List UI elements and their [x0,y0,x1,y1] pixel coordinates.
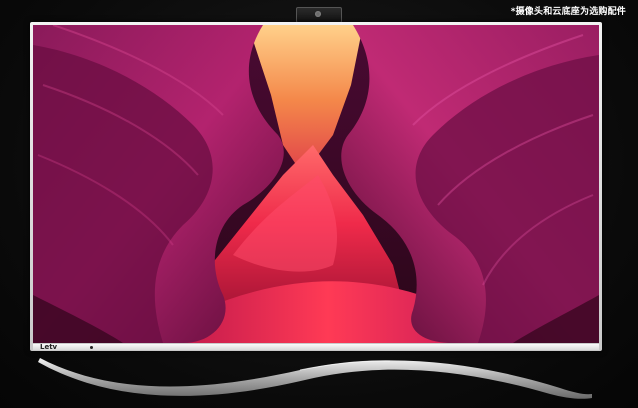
camera-icon [296,7,342,23]
product-stage: *摄像头和云底座为选购配件 Letv [0,0,638,408]
camera-lens [315,11,321,17]
stand-ribbon [38,358,592,399]
canyon-wallpaper [33,25,599,343]
tv-screen [33,25,599,343]
accessory-note: *摄像头和云底座为选购配件 [510,7,626,17]
tv-stand [38,358,592,399]
